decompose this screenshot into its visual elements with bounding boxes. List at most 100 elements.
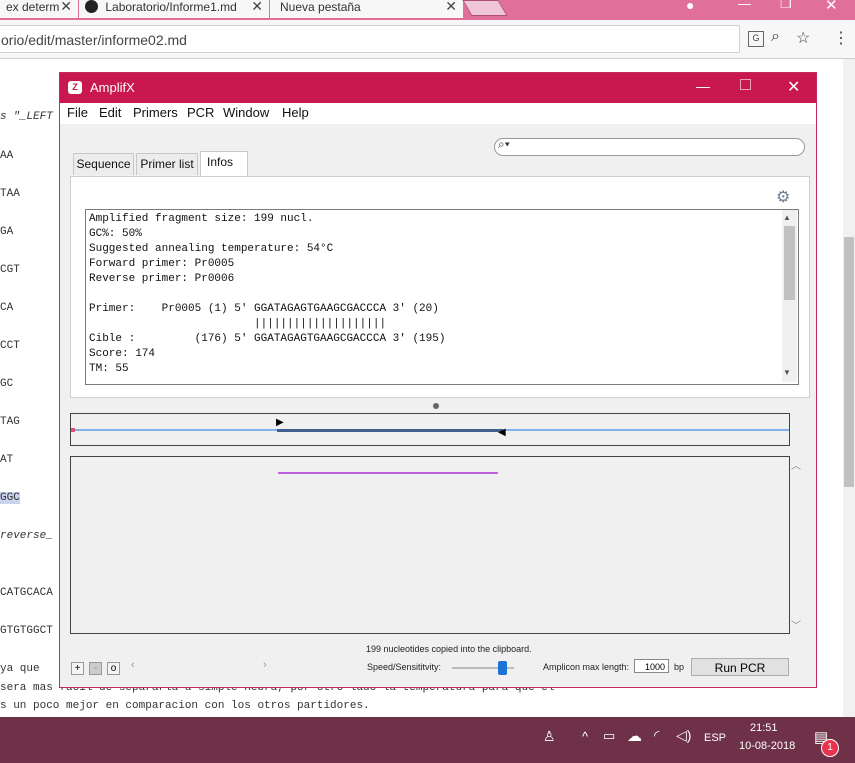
address-bar[interactable]: orio/edit/master/informe02.md: [0, 25, 740, 53]
clock-time[interactable]: 21:51: [750, 722, 778, 734]
page-line: AA: [0, 150, 14, 162]
search-icon: ⌕▾: [498, 137, 510, 151]
info-line: Score: 174: [89, 348, 156, 360]
page-line: GTGTGGCT: [0, 625, 53, 637]
notification-badge: 1: [821, 739, 839, 757]
page-line: AT: [0, 454, 14, 466]
bookmark-star-icon[interactable]: ☆: [796, 28, 810, 48]
cloud-icon[interactable]: ☁: [627, 727, 642, 745]
info-textarea[interactable]: Amplified fragment size: 199 nucl. GC%: …: [85, 209, 799, 385]
chevron-right-icon[interactable]: ›: [263, 659, 267, 671]
page-line: TAA: [0, 188, 20, 200]
sequence-map[interactable]: ▶ ◀: [70, 413, 790, 446]
language-indicator[interactable]: ESP: [704, 732, 726, 744]
menu-bar: File Edit Primers PCR Window Help: [60, 103, 816, 124]
amplicon-region: [277, 429, 503, 432]
tab-sequence[interactable]: Sequence: [73, 153, 134, 175]
remove-button[interactable]: -: [89, 662, 102, 675]
chevron-up-icon[interactable]: ︿: [791, 457, 801, 472]
info-line: Amplified fragment size: 199 nucl.: [89, 213, 314, 225]
chevron-up-icon[interactable]: ^: [582, 729, 588, 744]
speed-label: Speed/Sensititvity:: [367, 662, 442, 672]
sequence-start-marker: [71, 428, 75, 432]
menu-help[interactable]: Help: [282, 105, 309, 120]
page-line: GC: [0, 378, 14, 390]
maximize-icon[interactable]: [740, 79, 751, 90]
page-line: reverse_: [0, 530, 53, 542]
clock-date[interactable]: 10-08-2018: [739, 740, 795, 752]
splitter-handle[interactable]: [433, 403, 439, 409]
search-input[interactable]: ⌕▾: [494, 137, 805, 156]
amplicon-unit: bp: [674, 662, 685, 672]
profile-icon[interactable]: ●: [686, 0, 694, 13]
close-icon[interactable]: ✕: [787, 77, 800, 97]
page-line: ya que: [0, 663, 40, 675]
minimize-icon[interactable]: —: [696, 78, 710, 94]
add-button[interactable]: +: [71, 662, 84, 675]
browser-tab[interactable]: ex determ ✕: [0, 0, 78, 18]
window-titlebar[interactable]: Z AmplifX — ✕: [60, 73, 816, 103]
close-icon[interactable]: ✕: [60, 0, 72, 14]
page-line: CGT: [0, 264, 20, 276]
info-line: GC%: 50%: [89, 228, 142, 240]
translate-icon[interactable]: G: [748, 31, 764, 47]
taskbar: ♙ ^ ▭ ☁ ◜ ◁) ESP 21:51 10-08-2018 ▤ 1: [0, 717, 855, 763]
info-line: Forward primer: Pr0005: [89, 258, 235, 270]
info-line: Cible : (176) 5' GGATAGAGTGAAGCGACCCA 3'…: [89, 333, 446, 345]
browser-tab[interactable]: Laboratorio/Informe1.md ✕: [79, 0, 269, 18]
menu-window[interactable]: Window: [223, 105, 269, 120]
close-icon[interactable]: ✕: [251, 0, 263, 14]
tab-label: Laboratorio/Informe1.md: [105, 0, 237, 14]
page-line: CCT: [0, 340, 20, 352]
wifi-icon[interactable]: ◜: [654, 727, 659, 744]
menu-icon[interactable]: ⋮: [833, 28, 849, 48]
battery-icon[interactable]: ▭: [603, 728, 615, 744]
close-window-icon[interactable]: ✕: [825, 0, 838, 14]
chevron-left-icon[interactable]: ‹: [131, 659, 135, 671]
new-tab-button[interactable]: [462, 0, 508, 16]
infos-panel: ⚙ Amplified fragment size: 199 nucl. GC%…: [70, 176, 810, 398]
github-icon: [85, 0, 98, 13]
page-line: CA: [0, 302, 14, 314]
options-button[interactable]: o: [107, 662, 120, 675]
info-line: Reverse primer: Pr0006: [89, 273, 235, 285]
reverse-primer-icon[interactable]: ◀: [498, 427, 506, 438]
scrollbar-thumb[interactable]: [784, 226, 795, 300]
window-title: AmplifX: [90, 80, 135, 95]
page-scrollbar[interactable]: [843, 59, 855, 717]
info-scrollbar[interactable]: ▲ ▼: [782, 210, 797, 382]
info-line: Suggested annealing temperature: 54°C: [89, 243, 334, 255]
restore-icon[interactable]: ❐: [780, 0, 792, 12]
url-text: orio/edit/master/informe02.md: [1, 32, 187, 48]
tab-label: ex determ: [6, 0, 60, 14]
info-line: Primer: Pr0005 (1) 5' GGATAGAGTGAAGCGACC…: [89, 303, 439, 315]
close-icon[interactable]: ✕: [445, 0, 457, 14]
zoom-icon[interactable]: ⌕: [771, 28, 780, 46]
gear-icon[interactable]: ⚙: [776, 187, 790, 207]
amplicon-view[interactable]: [70, 456, 790, 634]
tab-primer-list[interactable]: Primer list: [136, 153, 198, 175]
app-icon: Z: [68, 81, 82, 94]
run-pcr-button[interactable]: Run PCR: [691, 658, 789, 676]
forward-primer-icon[interactable]: ▶: [276, 417, 284, 428]
info-line: TM: 55: [89, 363, 129, 375]
speed-slider-thumb[interactable]: [497, 661, 507, 675]
scroll-down-icon[interactable]: ▼: [783, 368, 791, 377]
browser-tab[interactable]: Nueva pestaña ✕: [270, 0, 463, 18]
menu-pcr[interactable]: PCR: [187, 105, 214, 120]
volume-icon[interactable]: ◁): [676, 727, 691, 744]
scrollbar-thumb[interactable]: [844, 237, 854, 487]
speed-slider[interactable]: [452, 661, 514, 675]
people-icon[interactable]: ♙: [543, 728, 556, 745]
amplicon-length-input[interactable]: 1000: [634, 659, 669, 673]
scroll-up-icon[interactable]: ▲: [783, 213, 791, 222]
tab-infos[interactable]: Infos: [200, 151, 248, 177]
page-line: s un poco mejor en comparacion con los o…: [0, 700, 370, 712]
page-line: TAG: [0, 416, 20, 428]
minimize-icon[interactable]: —: [738, 0, 751, 11]
menu-edit[interactable]: Edit: [99, 105, 121, 120]
menu-primers[interactable]: Primers: [133, 105, 178, 120]
menu-file[interactable]: File: [67, 105, 88, 120]
chevron-down-icon[interactable]: ﹀: [791, 617, 801, 632]
amplicon-bar[interactable]: [278, 472, 498, 474]
